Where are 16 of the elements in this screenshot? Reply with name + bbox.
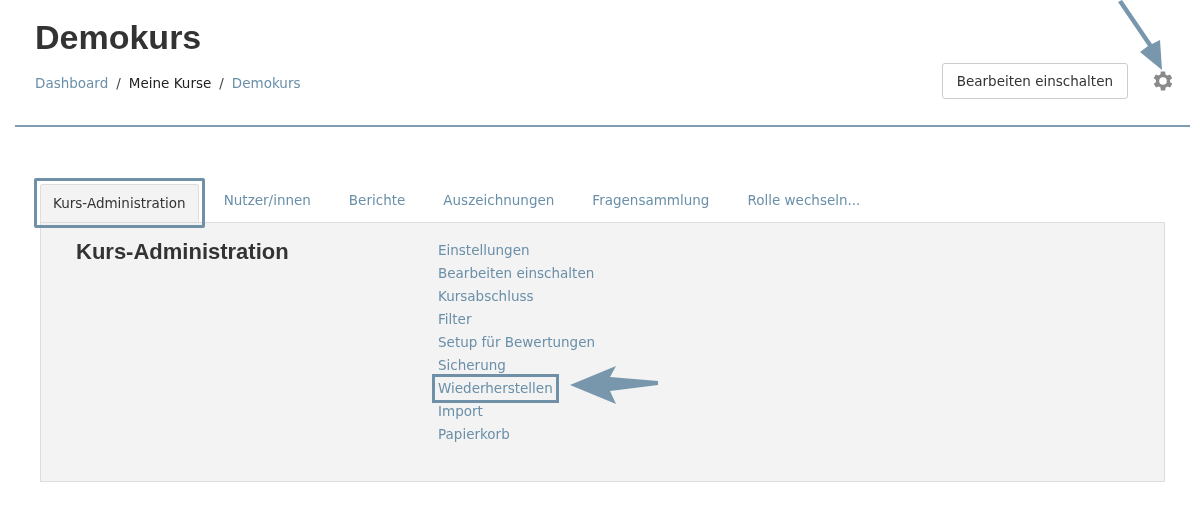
edit-button[interactable]: Bearbeiten einschalten (941, 63, 1128, 99)
tab[interactable]: Kurs-Administration (40, 184, 199, 222)
tab[interactable]: Fragensammlung (579, 181, 723, 219)
tab[interactable]: Berichte (335, 181, 419, 219)
breadcrumb-separator: / (219, 75, 224, 91)
tab[interactable]: Nutzer/innen (210, 181, 324, 219)
breadcrumb-link[interactable]: Dashboard (35, 75, 109, 91)
tab[interactable]: Auszeichnungen (430, 181, 568, 219)
breadcrumb-current: Meine Kurse (128, 75, 212, 91)
admin-link[interactable]: Wiederherstellen (432, 374, 559, 403)
tab[interactable]: Rolle wechseln... (734, 181, 874, 219)
page-title: Demokurs (35, 18, 203, 57)
arrow-icon (570, 365, 660, 405)
panel-heading: Kurs-Administration (76, 239, 290, 266)
breadcrumb-link[interactable]: Demokurs (231, 75, 301, 91)
breadcrumb-separator: / (116, 75, 121, 91)
